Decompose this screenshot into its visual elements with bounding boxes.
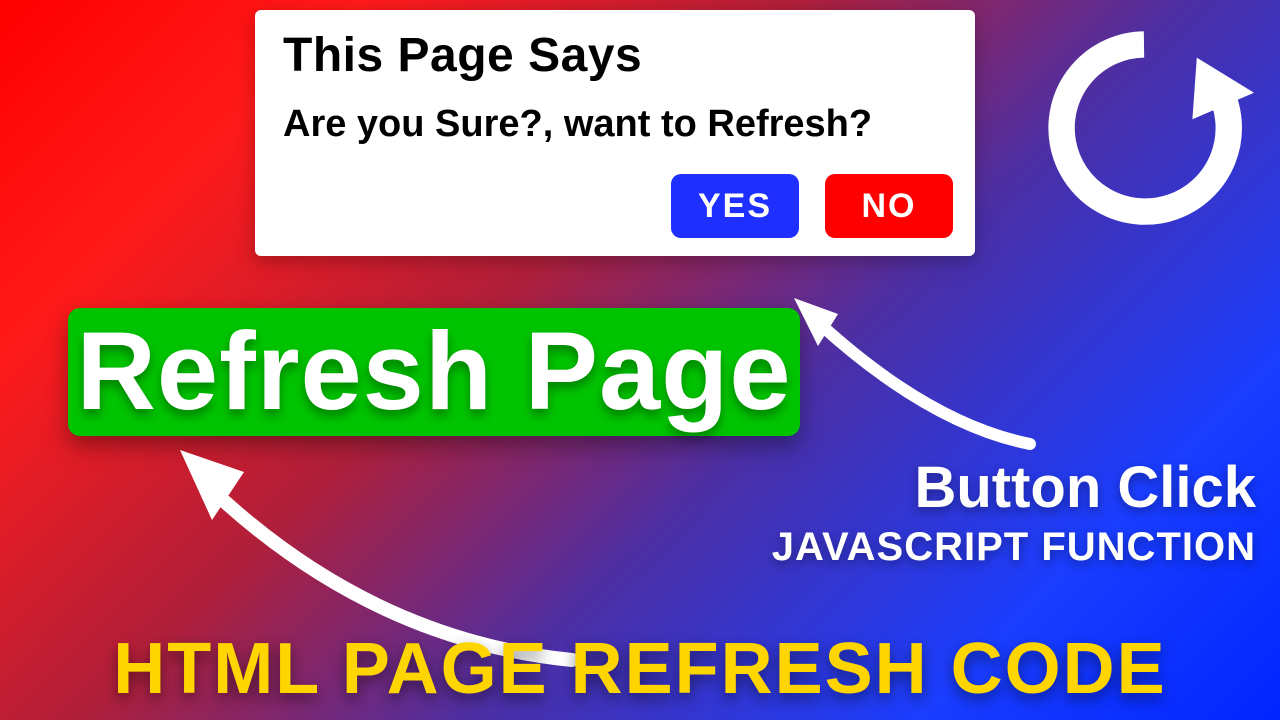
confirm-dialog: This Page Says Are you Sure?, want to Re… xyxy=(255,10,975,256)
annotation-js-function: JAVASCRIPT FUNCTION xyxy=(772,525,1256,570)
no-button[interactable]: NO xyxy=(825,174,953,238)
slide-stage: This Page Says Are you Sure?, want to Re… xyxy=(0,0,1280,720)
annotation-button-click: Button Click xyxy=(914,454,1256,521)
dialog-message: Are you Sure?, want to Refresh? xyxy=(283,103,947,146)
pointer-arrow-top xyxy=(780,284,1040,434)
pointer-arrow-bottom xyxy=(132,410,592,660)
dialog-title: This Page Says xyxy=(283,28,947,83)
yes-button[interactable]: YES xyxy=(671,174,799,238)
bottom-title: HTML PAGE REFRESH CODE xyxy=(113,628,1166,710)
refresh-icon xyxy=(1034,18,1254,238)
dialog-buttons: YES NO xyxy=(671,174,953,238)
